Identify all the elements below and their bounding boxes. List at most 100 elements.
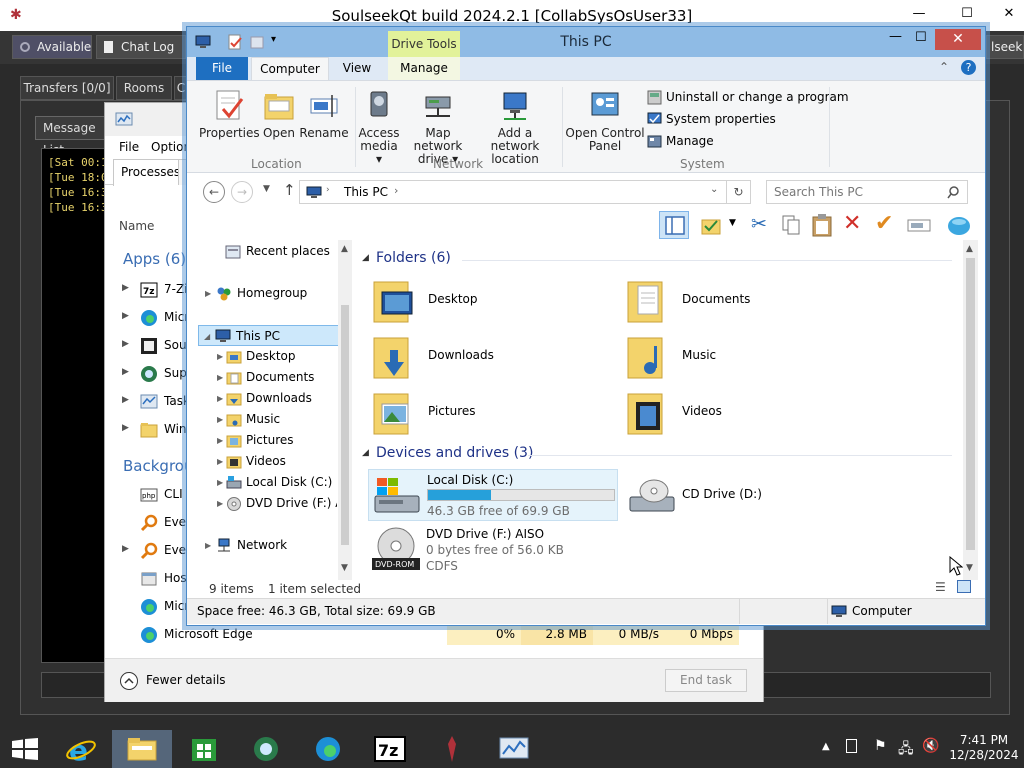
rename-icon[interactable] xyxy=(907,215,931,235)
expand-icon[interactable]: ▶ xyxy=(122,339,129,349)
checkmark-icon[interactable]: ✔ xyxy=(875,211,893,236)
nav-item-videos[interactable]: ▶ Videos xyxy=(187,451,337,472)
folder-item-pictures[interactable]: Pictures xyxy=(372,388,612,440)
map-network-drive-button[interactable]: Map network drive ▾ xyxy=(401,89,475,166)
open-control-panel-button[interactable]: Open Control Panel xyxy=(565,89,645,153)
collapse-icon[interactable]: ◢ xyxy=(204,326,210,347)
volume-muted-icon[interactable]: 🔇 xyxy=(922,738,939,754)
tab-transfers[interactable]: Transfers [0/0] xyxy=(20,76,114,100)
copy-icon[interactable] xyxy=(781,214,801,236)
expand-icon[interactable]: ▶ xyxy=(205,283,211,304)
expand-icon[interactable]: ▶ xyxy=(122,423,129,433)
expand-icon[interactable]: ▶ xyxy=(122,367,129,377)
expand-icon[interactable]: ▶ xyxy=(217,493,223,514)
maximize-icon[interactable]: ☐ xyxy=(952,4,982,24)
taskbar-explorer[interactable] xyxy=(112,730,172,768)
nav-item-dvd-drive[interactable]: ▶ DVD Drive (F:) AI xyxy=(187,493,337,514)
forward-button[interactable]: → xyxy=(231,181,253,203)
nav-item-desktop[interactable]: ▶ Desktop xyxy=(187,346,337,367)
nav-scrollbar[interactable]: ▲ ▼ xyxy=(338,240,352,580)
network-status-icon[interactable]: 🖧 xyxy=(898,738,914,762)
manage-button[interactable]: Manage xyxy=(647,133,727,151)
rename-button[interactable]: Rename xyxy=(299,89,349,140)
clock[interactable]: 7:41 PM 12/28/2024 xyxy=(944,733,1024,763)
expand-icon[interactable]: ▶ xyxy=(205,535,211,556)
taskbar-ie[interactable]: e xyxy=(50,730,110,768)
soulseek-button-partial[interactable]: lseek! xyxy=(986,35,1024,59)
tab-message-list[interactable]: Message List xyxy=(35,116,110,157)
expand-icon[interactable]: ▶ xyxy=(122,395,129,405)
cut-icon[interactable]: ✂ xyxy=(751,213,767,235)
action-center-icon[interactable] xyxy=(846,739,857,753)
taskbar-edge[interactable] xyxy=(298,730,358,768)
scroll-down-icon[interactable]: ▼ xyxy=(966,563,973,573)
folder-item-videos[interactable]: Videos xyxy=(626,388,866,440)
expand-icon[interactable]: ▶ xyxy=(217,472,223,493)
tab-manage[interactable]: Manage xyxy=(388,57,460,80)
address-box[interactable]: › This PC › ⌄ xyxy=(299,180,727,204)
scrollbar-thumb[interactable] xyxy=(341,305,349,545)
scroll-up-icon[interactable]: ▲ xyxy=(341,244,348,254)
drive-item-cd-drive[interactable]: CD Drive (D:) xyxy=(624,469,874,521)
up-arrow-icon[interactable]: ↑ xyxy=(283,181,296,199)
paste-icon[interactable] xyxy=(811,213,833,237)
nav-item-downloads[interactable]: ▶ Downloads xyxy=(187,388,337,409)
taskbar-store[interactable] xyxy=(174,730,234,768)
nav-item-local-disk[interactable]: ▶ Local Disk (C:) xyxy=(187,472,337,493)
delete-icon[interactable]: ✕ xyxy=(843,211,861,236)
chevron-down-icon[interactable]: ⌄ xyxy=(710,184,718,195)
collapse-icon[interactable]: ◢ xyxy=(362,253,369,263)
content-scrollbar[interactable]: ▲ ▼ xyxy=(963,240,978,580)
open-button[interactable]: Open xyxy=(259,89,299,140)
drive-item-dvd-drive[interactable]: DVD-ROM DVD Drive (F:) AISO 0 bytes free… xyxy=(368,526,618,576)
minimize-icon[interactable]: — xyxy=(889,29,902,44)
nav-item-this-pc[interactable]: ◢ This PC xyxy=(198,325,347,346)
search-box[interactable]: Search This PC xyxy=(766,180,968,204)
column-name-header[interactable]: Name xyxy=(119,219,154,233)
system-properties-button[interactable]: System properties xyxy=(647,111,777,129)
nav-item-recent-places[interactable]: Recent places xyxy=(187,241,337,262)
chat-log-button[interactable]: Chat Log xyxy=(96,35,186,59)
start-button[interactable] xyxy=(0,730,50,768)
large-icons-view-icon[interactable] xyxy=(957,580,971,593)
breadcrumb-arrow-icon[interactable]: › xyxy=(394,184,398,197)
folder-item-downloads[interactable]: Downloads xyxy=(372,332,612,384)
folder-item-music[interactable]: Music xyxy=(626,332,866,384)
expand-icon[interactable]: ▶ xyxy=(217,367,223,388)
maximize-icon[interactable]: ☐ xyxy=(915,30,927,45)
show-hidden-icons[interactable]: ▲ xyxy=(822,741,830,752)
drive-item-local-disk[interactable]: Local Disk (C:) 46.3 GB free of 69.9 GB xyxy=(368,469,618,521)
expand-icon[interactable]: ▶ xyxy=(217,388,223,409)
network-globe-icon[interactable] xyxy=(947,214,971,236)
flag-icon[interactable]: ⚑ xyxy=(874,738,887,754)
search-input[interactable]: Search This PC xyxy=(774,185,863,199)
nav-item-network[interactable]: ▶ Network xyxy=(187,535,337,556)
scroll-up-icon[interactable]: ▲ xyxy=(966,244,973,254)
expand-icon[interactable]: ▶ xyxy=(122,544,129,554)
taskbar-7zip[interactable]: 7z xyxy=(360,730,420,768)
nav-item-pictures[interactable]: ▶ Pictures xyxy=(187,430,337,451)
recent-locations-icon[interactable]: ▼ xyxy=(263,184,270,194)
expand-icon[interactable]: ▶ xyxy=(217,430,223,451)
add-network-location-button[interactable]: Add a network location xyxy=(475,89,555,166)
refresh-button[interactable]: ↻ xyxy=(727,180,751,204)
nav-item-homegroup[interactable]: ▶ Homegroup xyxy=(187,283,337,304)
folder-item-desktop[interactable]: Desktop xyxy=(372,276,612,328)
dropdown-arrow-icon[interactable]: ▼ xyxy=(729,218,736,228)
properties-button[interactable]: Properties xyxy=(199,89,260,140)
expand-icon[interactable]: ▶ xyxy=(122,311,129,321)
fewer-details-button[interactable] xyxy=(119,671,139,691)
details-view-icon[interactable]: ☰ xyxy=(935,580,946,594)
scroll-down-icon[interactable]: ▼ xyxy=(341,563,348,573)
access-media-button[interactable]: Access media ▾ xyxy=(357,89,401,166)
tab-computer[interactable]: Computer xyxy=(251,57,329,80)
scrollbar-thumb[interactable] xyxy=(966,258,975,550)
menu-file[interactable]: File xyxy=(119,140,139,154)
end-task-button[interactable]: End task xyxy=(665,669,747,692)
tab-view[interactable]: View xyxy=(335,57,379,80)
back-button[interactable]: ← xyxy=(203,181,225,203)
folder-item-documents[interactable]: Documents xyxy=(626,276,866,328)
collapse-icon[interactable]: ◢ xyxy=(362,448,369,458)
close-button[interactable]: ✕ xyxy=(935,29,981,50)
minimize-icon[interactable]: — xyxy=(904,4,934,24)
